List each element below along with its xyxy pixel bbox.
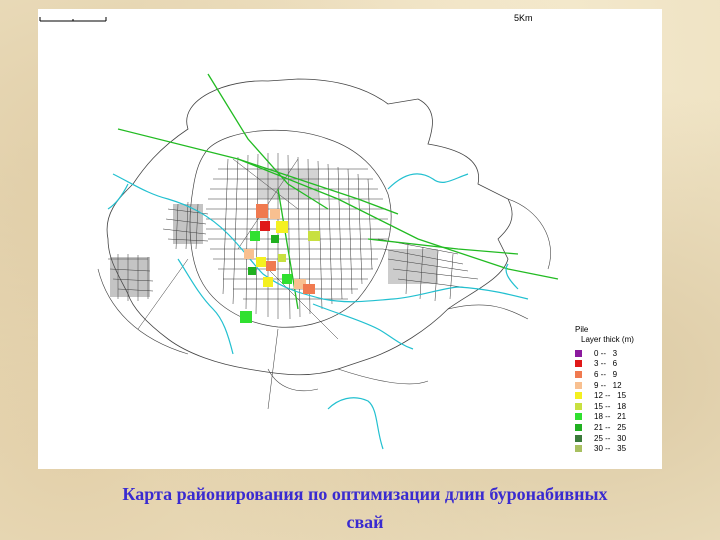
legend-item: 6 -- 9 [575,369,665,380]
city-map[interactable] [38,9,662,469]
legend-items: 0 -- 33 -- 66 -- 99 -- 12 12 -- 15 15 -- 1… [575,348,665,454]
cell-18-21 [250,231,260,241]
legend-swatch [575,423,582,431]
legend-item: 15 -- 18 [575,401,665,412]
legend-item: 3 -- 6 [575,359,665,370]
cell-21-25 [271,235,279,243]
legend-swatch [575,445,582,453]
legend-swatch [575,370,582,378]
ring-road [106,78,513,376]
legend-label: 3 -- 6 [594,359,618,369]
legend: Pile Layer thick (m) 0 -- 33 -- 66 -- 99… [575,325,665,454]
cell-6-9c [303,284,315,294]
cell-12-15c [263,277,273,287]
legend-item: 25 -- 30 [575,433,665,444]
caption-line-1: Карта районирования по оптимизации длин … [122,484,608,504]
cell-9-12b [244,249,254,259]
legend-label: 18 -- 21 [594,412,627,422]
legend-swatch [575,360,582,368]
legend-item: 18 -- 21 [575,412,665,423]
legend-label: 15 -- 18 [594,401,627,411]
legend-label: 25 -- 30 [594,433,627,443]
legend-label: 21 -- 25 [594,422,627,432]
legend-label: 6 -- 9 [594,369,618,379]
caption-line-2: свай [346,512,384,532]
legend-item: 0 -- 3 [575,348,665,359]
legend-item: 21 -- 25 [575,422,665,433]
legend-swatch [575,434,582,442]
legend-subtitle: Layer thick (m) [581,335,634,344]
cell-15-18b [278,254,286,262]
legend-label: 9 -- 12 [594,380,622,390]
legend-swatch [575,402,582,410]
cell-21-25b [248,267,256,275]
legend-label: 12 -- 15 [594,391,627,401]
legend-item: 30 -- 35 [575,443,665,454]
cell-12-15 [276,221,288,233]
cell-3-6 [260,221,270,231]
legend-label: 0 -- 3 [594,348,618,358]
cell-15-18 [308,231,320,241]
outer-road [97,198,551,392]
legend-item: 12 -- 15 [575,390,665,401]
map-caption: Карта районирования по оптимизации длин … [20,480,710,536]
scale-label: 5Km [514,13,533,23]
cell-18-21c [240,311,252,323]
scale-bar [39,17,107,22]
cell-18-21b [282,274,292,284]
legend-label: 30 -- 35 [594,444,627,454]
legend-item: 9 -- 12 [575,380,665,391]
legend-swatch [575,413,582,421]
cell-9-12 [270,209,280,219]
rail-lines [117,73,559,310]
cell-6-9b [266,261,276,271]
legend-swatch [575,392,582,400]
pile-cells [240,204,320,323]
cell-6-9 [256,204,268,218]
map-panel[interactable]: 5Km Pile Layer thick (m) 0 -- 33 -- 66 -… [38,9,662,469]
legend-title: Pile [575,325,589,334]
legend-swatch [575,381,582,389]
rivers [107,173,529,450]
cell-12-15b [256,257,266,267]
legend-swatch [575,349,582,357]
